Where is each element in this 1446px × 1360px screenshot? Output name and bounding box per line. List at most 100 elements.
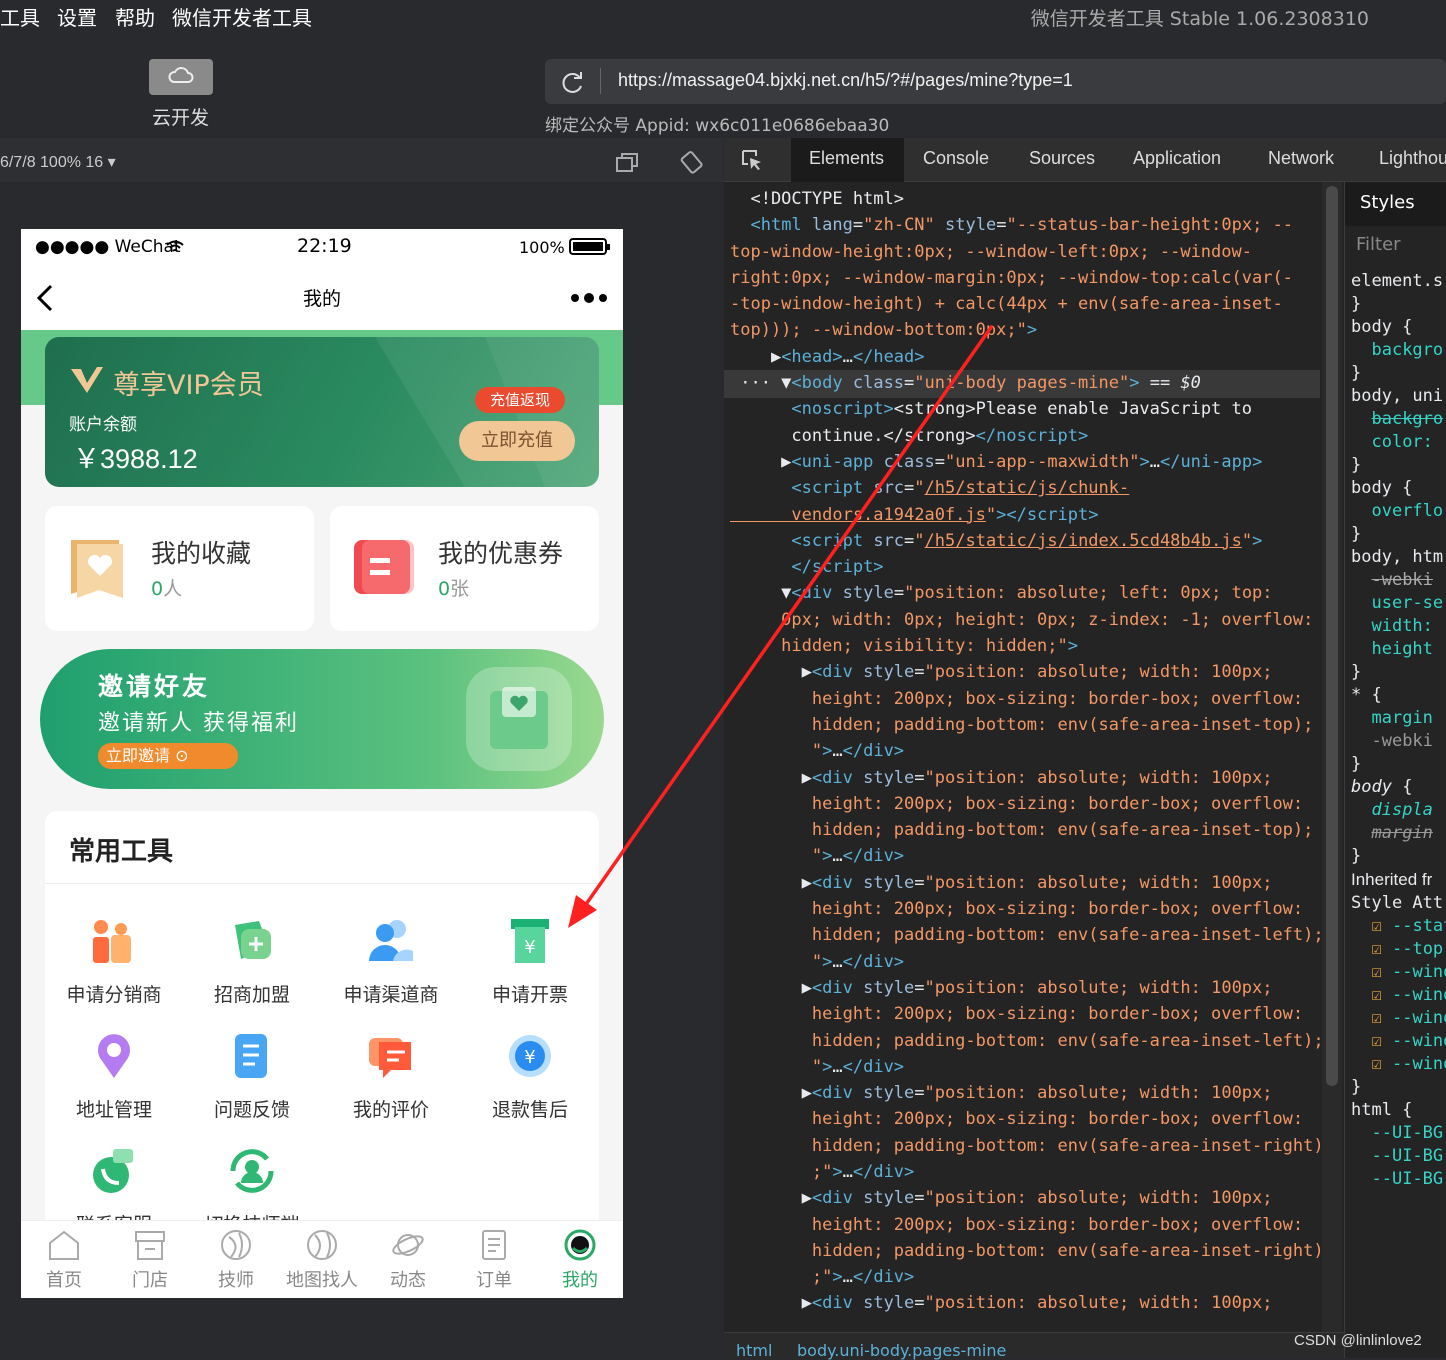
tab-mine[interactable]: 我的 [540, 1229, 620, 1292]
device-selector[interactable]: 6/7/8 100% 16 ▾ [0, 152, 116, 172]
svg-text:¥: ¥ [524, 937, 535, 958]
orders-icon [482, 1230, 506, 1260]
tool-address[interactable]: 地址管理 [54, 1032, 174, 1122]
coupons-unit: 张 [450, 578, 470, 600]
style-rules[interactable]: element.s } body { backgro } body, uni b… [1351, 270, 1446, 1191]
cashback-badge: 充值返现 [475, 387, 565, 413]
tab-home[interactable]: 首页 [24, 1229, 104, 1292]
tab-lighthouse[interactable]: Lighthou [1379, 148, 1446, 169]
tool-franchise[interactable]: 招商加盟 [192, 917, 312, 1007]
window-title: 微信开发者工具 Stable 1.06.2308310 [1030, 8, 1369, 30]
invite-button-label: 立即邀请 [106, 746, 171, 765]
tool-apply-distributor[interactable]: 申请分销商 [54, 917, 174, 1007]
tab-label: 我的 [562, 1270, 598, 1291]
more-icon[interactable] [569, 293, 609, 303]
tool-feedback[interactable]: 问题反馈 [192, 1032, 312, 1122]
menu-help[interactable]: 帮助 [115, 2, 155, 31]
dom-scrollbar-thumb[interactable] [1326, 186, 1338, 1086]
carrier-text: ●●●●● WeChat [35, 237, 181, 257]
store-icon [135, 1231, 165, 1260]
favorites-title: 我的收藏 [151, 539, 252, 568]
invite-button[interactable]: 立即邀请 ⊙ [98, 743, 238, 769]
vip-v-icon [71, 367, 103, 393]
coupon-icon [354, 540, 414, 594]
coupons-card[interactable]: 我的优惠券 0张 [330, 506, 599, 631]
styles-filter[interactable]: Filter [1356, 234, 1401, 255]
tab-label: 动态 [390, 1270, 426, 1291]
tab-label: 门店 [132, 1270, 168, 1291]
menu-settings[interactable]: 设置 [57, 2, 97, 31]
vip-title: 尊享VIP会员 [113, 370, 264, 401]
tool-label: 申请渠道商 [343, 984, 439, 1006]
cloud-dev-label: 云开发 [152, 107, 210, 129]
invite-title: 邀请好友 [98, 672, 211, 701]
tab-application[interactable]: Application [1133, 148, 1221, 169]
coupons-count-line: 0张 [438, 574, 469, 601]
battery-text: 100% [519, 238, 565, 257]
vip-card: 尊享VIP会员 账户余额 ￥3988.12 充值返现 立即充值 [45, 337, 599, 487]
mine-icon [564, 1229, 596, 1261]
appid-label: 绑定公众号 Appid: wx6c011e0686ebaa30 [545, 116, 890, 136]
url-text[interactable]: https://massage04.bjxkj.net.cn/h5/?#/pag… [618, 70, 1073, 91]
tab-store[interactable]: 门店 [110, 1229, 190, 1292]
menu-wechat-devtools[interactable]: 微信开发者工具 [172, 2, 312, 31]
favorites-card[interactable]: 我的收藏 0人 [45, 506, 314, 631]
tab-label: 首页 [46, 1270, 82, 1291]
rotate-icon[interactable] [680, 150, 704, 174]
styles-pane: Styles Filter element.s } body { backgro… [1344, 182, 1446, 1358]
annotation-arrow [568, 324, 994, 928]
tab-orders[interactable]: 订单 [454, 1229, 534, 1292]
refresh-icon[interactable] [560, 70, 586, 96]
franchise-icon [235, 921, 271, 959]
comment-icon [369, 1038, 411, 1078]
tab-technician[interactable]: 技师 [196, 1229, 276, 1292]
breadcrumb-body[interactable]: body.uni-body.pages-mine [797, 1341, 1006, 1360]
tab-network[interactable]: Network [1268, 148, 1334, 169]
tab-sources[interactable]: Sources [1029, 148, 1095, 169]
home-icon [49, 1230, 79, 1260]
wifi-icon [166, 240, 184, 252]
tool-label: 申请开票 [491, 984, 568, 1006]
tool-apply-channel[interactable]: 申请渠道商 [331, 917, 451, 1007]
breadcrumb-bar: html body.uni-body.pages-mine [724, 1332, 1344, 1360]
inspect-element-icon[interactable] [740, 148, 764, 172]
invite-banner[interactable]: 邀请好友 邀请新人 获得福利 立即邀请 ⊙ [40, 649, 604, 789]
favorites-count: 0 [151, 578, 164, 600]
page-title: 我的 [302, 288, 341, 310]
balance-amount: ￥3988.12 [73, 444, 198, 474]
breadcrumb-html[interactable]: html [736, 1341, 772, 1360]
dom-scrollbar[interactable] [1322, 182, 1342, 1332]
favorites-heart-icon [71, 540, 123, 598]
tab-label: 地图找人 [286, 1270, 358, 1291]
distributor-icon [93, 920, 131, 963]
tab-bar: 首页 门店 技师 地图找人 动态 订单 我的 [21, 1220, 623, 1298]
status-bar: ●●●●● WeChat 22:19 100% [21, 229, 623, 267]
coupons-count: 0 [438, 578, 451, 600]
phone-screen: ●●●●● WeChat 22:19 100% 我的 尊享VIP会员 账户余额 … [21, 229, 623, 1298]
tool-label: 地址管理 [75, 1099, 152, 1121]
tab-console[interactable]: Console [923, 148, 989, 169]
tab-moments[interactable]: 动态 [368, 1229, 448, 1292]
tool-label: 问题反馈 [213, 1099, 290, 1121]
window-icon[interactable] [615, 152, 639, 174]
tool-label: 退款售后 [491, 1099, 568, 1121]
favorites-count-line: 0人 [151, 574, 182, 601]
cloud-dev-button[interactable] [149, 59, 213, 95]
tool-refund[interactable]: ¥ 退款售后 [470, 1032, 590, 1122]
document-icon [235, 1034, 267, 1078]
tab-styles[interactable]: Styles [1360, 192, 1415, 213]
location-pin-icon [98, 1034, 130, 1078]
envelope-heart-icon [490, 687, 548, 749]
url-divider [600, 68, 601, 94]
coupons-title: 我的优惠券 [438, 539, 564, 568]
recharge-button[interactable]: 立即充值 [459, 421, 575, 461]
menu-tools[interactable]: 工具 [0, 2, 40, 31]
channel-partner-icon [369, 920, 413, 961]
tool-label: 我的评价 [352, 1099, 429, 1121]
tab-elements[interactable]: Elements [809, 148, 884, 169]
cloud-icon [168, 67, 194, 83]
tool-my-reviews[interactable]: 我的评价 [331, 1032, 451, 1122]
phone-service-icon [93, 1149, 133, 1193]
tab-map[interactable]: 地图找人 [282, 1229, 362, 1292]
tool-label: 招商加盟 [213, 984, 290, 1006]
